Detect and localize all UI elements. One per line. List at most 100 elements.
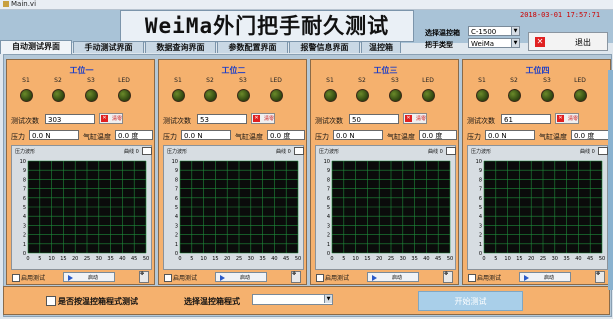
enable-test-checkbox[interactable] — [12, 274, 20, 282]
start-button-label: 启动 — [392, 275, 403, 281]
tab-auto-test[interactable]: 自动测试界面 — [0, 40, 72, 54]
enable-test-checkbox[interactable] — [164, 274, 172, 282]
chevron-down-icon[interactable]: ▼ — [511, 39, 519, 47]
handle-type-select[interactable]: WeiMa ▼ — [468, 38, 520, 48]
y-tick-label: 4 — [23, 214, 26, 220]
graph-tools-icon[interactable]: ✥ — [443, 271, 453, 283]
curve-legend-label: 曲线 0 — [124, 149, 139, 155]
x-tick-label: 20 — [528, 256, 534, 262]
indicator-label: S2 — [54, 77, 62, 84]
x-tick-label: 20 — [224, 256, 230, 262]
line-style-icon[interactable] — [142, 147, 152, 155]
scrollbar[interactable] — [608, 70, 613, 290]
y-tick-label: 0 — [479, 251, 482, 257]
x-tick-label: 50 — [295, 256, 301, 262]
tab-temp-controller[interactable]: 温控箱 — [361, 41, 401, 53]
line-style-icon[interactable] — [294, 147, 304, 155]
play-icon — [524, 275, 529, 281]
chart-svg: 0 5 10 15 20 25 30 35 40 45 50109876543210 — [20, 159, 150, 262]
y-tick-label: 10 — [324, 159, 330, 165]
x-tick-label: 20 — [376, 256, 382, 262]
station-start-button[interactable]: 启动 — [367, 272, 419, 282]
tab-manual-test[interactable]: 手动测试界面 — [73, 41, 144, 53]
graph-tools-icon[interactable]: ✥ — [139, 271, 149, 283]
x-tick-label: 30 — [96, 256, 102, 262]
status-led — [422, 89, 435, 102]
indicator-label: S2 — [358, 77, 366, 84]
status-led — [356, 89, 369, 102]
x-tick-label: 45 — [587, 256, 593, 262]
y-tick-label: 0 — [23, 251, 26, 257]
station-panel: 工位四 S1 S2 S3 LED 测试次数 61 ✕ 清零 压力 0.0 N 气缸温度 0… — [462, 59, 611, 285]
chevron-down-icon[interactable]: ▼ — [511, 27, 519, 35]
count-label: 测试次数 — [11, 117, 39, 125]
curve-legend-label: 曲线 0 — [276, 149, 291, 155]
x-tick-label: 15 — [516, 256, 522, 262]
indicator-label: LED — [270, 77, 282, 84]
clear-count-button[interactable]: ✕ 清零 — [251, 113, 275, 124]
indicator-label: LED — [422, 77, 434, 84]
graph-tools-icon[interactable]: ✥ — [291, 271, 301, 283]
y-tick-label: 5 — [479, 205, 482, 211]
chart-title: 压力波形 — [319, 149, 340, 155]
start-test-button[interactable]: 开始测试 — [418, 291, 523, 311]
x-tick-label: 15 — [364, 256, 370, 262]
clear-count-button[interactable]: ✕ 清零 — [555, 113, 579, 124]
pressure-label: 压力 — [467, 133, 481, 141]
play-icon — [372, 275, 377, 281]
x-tick-label: 25 — [236, 256, 242, 262]
start-button-label: 启动 — [88, 275, 99, 281]
x-tick-label: 5 — [342, 256, 345, 262]
close-icon: ✕ — [101, 115, 108, 122]
pressure-chart: 压力波形 曲线 0 0 5 10 15 20 25 30 35 40 45 50 10 9 8 7 6 5 4 3 2… — [163, 145, 304, 270]
use-controller-checkbox[interactable] — [46, 296, 56, 306]
exit-button[interactable]: ✕ 退出 — [528, 32, 608, 51]
enable-test-label: 启用测试 — [173, 275, 198, 282]
play-icon — [220, 275, 225, 281]
station-start-button[interactable]: 启动 — [63, 272, 115, 282]
y-tick-label: 0 — [175, 251, 178, 257]
close-icon: ✕ — [253, 115, 260, 122]
controller-select[interactable]: C-1500 ▼ — [468, 26, 520, 36]
tab-param-config[interactable]: 参数配置界面 — [217, 41, 288, 53]
test-count-value: 61 — [501, 114, 551, 124]
y-tick-label: 10 — [476, 159, 482, 165]
exit-button-label: 退出 — [575, 38, 591, 47]
program-select[interactable]: ▼ — [252, 294, 333, 305]
status-led — [476, 89, 489, 102]
tab-alarm-info[interactable]: 报警信息界面 — [289, 41, 360, 53]
indicator-label: S3 — [543, 77, 551, 84]
y-tick-label: 2 — [23, 233, 26, 239]
enable-test-checkbox[interactable] — [316, 274, 324, 282]
indicator-label: S3 — [239, 77, 247, 84]
station-title: 工位三 — [373, 66, 398, 75]
graph-tools-icon[interactable]: ✥ — [595, 271, 605, 283]
x-tick-label: 0 — [330, 256, 333, 262]
window-titlebar: Main.vi — [0, 0, 613, 10]
program-label: 选择温控箱程式 — [184, 297, 240, 306]
count-label: 测试次数 — [163, 117, 191, 125]
y-tick-label: 5 — [175, 205, 178, 211]
x-tick-label: 10 — [200, 256, 206, 262]
clear-count-button[interactable]: ✕ 清零 — [99, 113, 123, 124]
station-start-button[interactable]: 启动 — [215, 272, 267, 282]
tab-data-query[interactable]: 数据查询界面 — [145, 41, 216, 53]
indicator-label: S1 — [478, 77, 486, 84]
y-tick-label: 2 — [327, 233, 330, 239]
status-led — [508, 89, 521, 102]
close-icon: ✕ — [405, 115, 412, 122]
clear-count-button[interactable]: ✕ 清零 — [403, 113, 427, 124]
y-tick-label: 2 — [175, 233, 178, 239]
x-tick-label: 25 — [388, 256, 394, 262]
line-style-icon[interactable] — [446, 147, 456, 155]
station-start-button[interactable]: 启动 — [519, 272, 571, 282]
y-tick-label: 1 — [23, 242, 26, 248]
y-tick-label: 7 — [23, 187, 26, 193]
x-tick-label: 0 — [178, 256, 181, 262]
indicator-label: S3 — [391, 77, 399, 84]
line-style-icon[interactable] — [598, 147, 608, 155]
chevron-down-icon[interactable]: ▼ — [324, 295, 332, 303]
enable-test-checkbox[interactable] — [468, 274, 476, 282]
app-icon — [3, 1, 9, 7]
x-tick-label: 0 — [482, 256, 485, 262]
